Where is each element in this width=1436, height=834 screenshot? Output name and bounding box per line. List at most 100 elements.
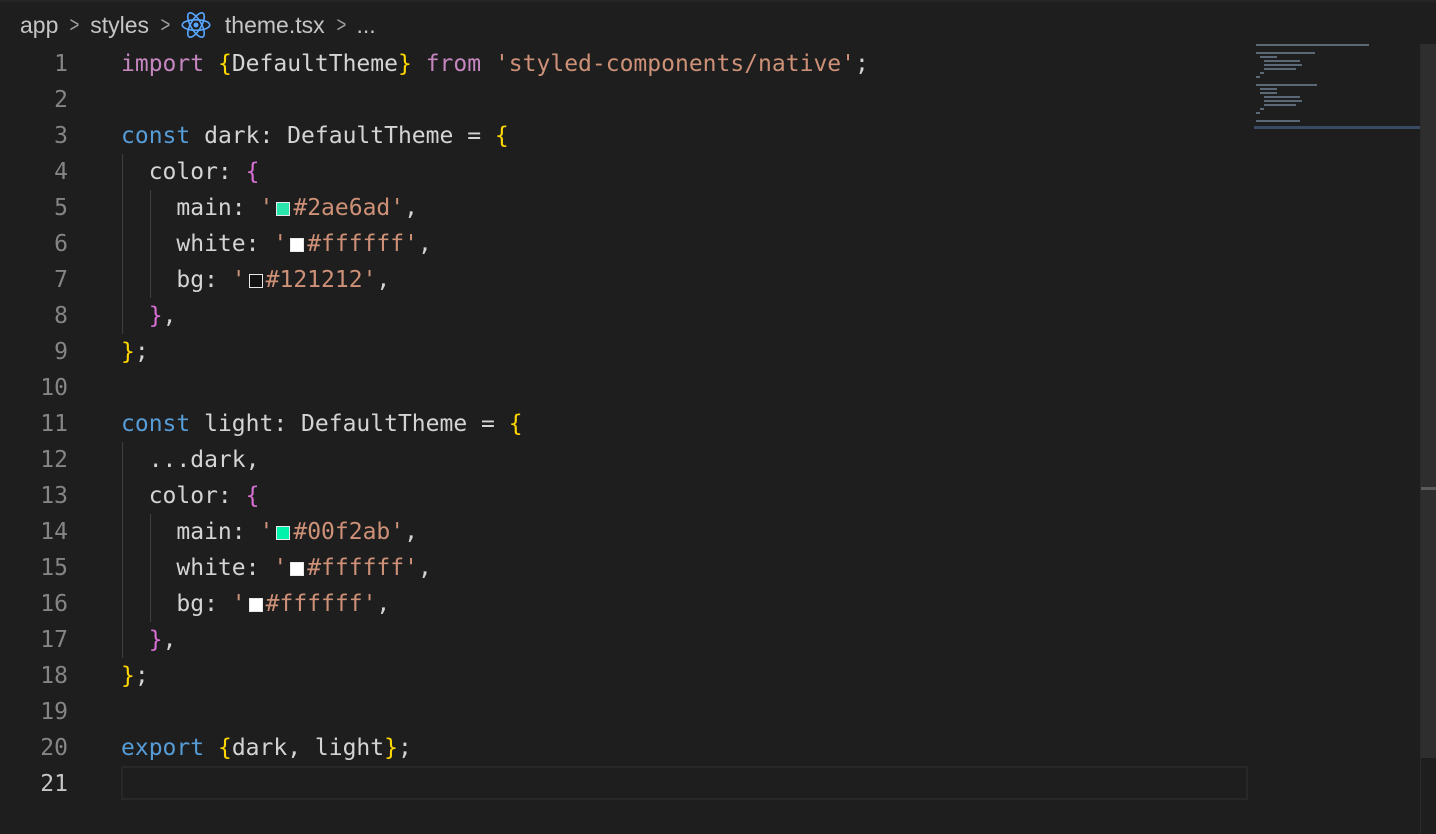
code-line[interactable]: 2	[0, 82, 1248, 118]
scrollbar-cursor-marker	[1421, 487, 1436, 490]
code-token: ;	[134, 663, 149, 689]
code-token: }	[397, 51, 412, 77]
minimap-line	[1260, 108, 1265, 110]
code-token: ;	[134, 339, 149, 365]
line-number: 7	[54, 267, 68, 293]
code-text: ...dark,	[121, 442, 260, 478]
code-line[interactable]: 17 },	[0, 622, 1248, 658]
breadcrumb-item-styles[interactable]: styles	[90, 12, 149, 39]
code-token: '	[231, 267, 246, 293]
code-line[interactable]: 5 main: ' #2ae6ad',	[0, 190, 1248, 226]
code-token: ;	[854, 51, 869, 77]
scrollbar-thumb[interactable]	[1421, 44, 1436, 758]
code-text: };	[121, 658, 149, 694]
breadcrumb-item-symbol[interactable]: ...	[356, 12, 375, 39]
code-line[interactable]: 12 ...dark,	[0, 442, 1248, 478]
code-token: '	[259, 195, 274, 221]
minimap-line	[1260, 72, 1265, 74]
code-token: {	[245, 159, 260, 185]
code-line[interactable]: 6 white: ' #ffffff',	[0, 226, 1248, 262]
line-number: 4	[54, 159, 68, 185]
code-token: {	[217, 51, 232, 77]
code-token: bg:	[121, 267, 232, 293]
code-line[interactable]: 3 const dark: DefaultTheme = {	[0, 118, 1248, 154]
code-line[interactable]: 13 color: {	[0, 478, 1248, 514]
color-swatch-icon[interactable]	[276, 526, 291, 540]
code-token: main:	[121, 519, 260, 545]
code-line[interactable]: 10	[0, 370, 1248, 406]
code-token: '	[273, 555, 288, 581]
code-token: {	[217, 735, 232, 761]
code-text: },	[121, 622, 177, 658]
color-swatch-icon[interactable]	[248, 598, 263, 612]
code-editor[interactable]: 1 import {DefaultTheme} from 'styled-comp…	[0, 46, 1248, 826]
code-line[interactable]: 19	[0, 694, 1248, 730]
code-line[interactable]: 7 bg: ' #121212',	[0, 262, 1248, 298]
code-token: 'styled-components/native'	[494, 51, 855, 77]
code-token: color:	[121, 483, 246, 509]
line-number: 13	[40, 483, 68, 509]
code-line[interactable]: 18};	[0, 658, 1248, 694]
current-line-highlight	[121, 766, 1248, 800]
code-token: }	[121, 663, 135, 689]
code-token: #ffffff'	[307, 555, 418, 581]
code-line[interactable]: 15 white: ' #ffffff',	[0, 550, 1248, 586]
code-token: }	[121, 339, 135, 365]
breadcrumb-label: app	[20, 11, 59, 38]
minimap-line	[1264, 96, 1300, 98]
code-token: import	[121, 51, 205, 77]
code-token: ,	[376, 591, 391, 617]
line-number: 18	[40, 663, 68, 689]
code-token: ,	[376, 267, 391, 293]
code-line[interactable]: 4 color: {	[0, 154, 1248, 190]
react-icon	[181, 11, 211, 39]
code-token: {	[508, 411, 523, 437]
color-swatch-icon[interactable]	[290, 562, 305, 576]
minimap[interactable]	[1254, 44, 1420, 134]
line-number: 1	[54, 51, 68, 77]
color-swatch-icon[interactable]	[290, 238, 305, 252]
code-text: color: {	[121, 478, 260, 514]
minimap-line	[1260, 56, 1277, 58]
code-token: const	[121, 411, 191, 437]
code-line[interactable]: 9};	[0, 334, 1248, 370]
minimap-line	[1256, 52, 1315, 54]
code-token: bg:	[121, 591, 232, 617]
code-token: }	[384, 735, 398, 761]
line-number: 15	[40, 555, 68, 581]
code-line[interactable]: 14 main: ' #00f2ab',	[0, 514, 1248, 550]
code-token: ,	[162, 303, 177, 329]
code-text: bg: ' #ffffff',	[121, 586, 390, 622]
code-line[interactable]: 8 },	[0, 298, 1248, 334]
code-line[interactable]: 16 bg: ' #ffffff',	[0, 586, 1248, 622]
line-number: 20	[40, 735, 68, 761]
code-line[interactable]: 1 import {DefaultTheme} from 'styled-comp…	[0, 46, 1248, 82]
minimap-slider[interactable]	[1254, 126, 1420, 129]
minimap-line	[1256, 84, 1317, 86]
code-token: white:	[121, 555, 274, 581]
chevron-right-icon: >	[336, 12, 346, 37]
code-text: white: ' #ffffff',	[121, 550, 431, 586]
code-line[interactable]: 20 export {dark, light};	[0, 730, 1248, 766]
code-token: ,	[404, 195, 418, 221]
code-text: },	[121, 298, 177, 334]
line-number: 11	[40, 411, 68, 437]
code-token: '	[273, 231, 288, 257]
minimap-line	[1256, 112, 1261, 114]
code-line[interactable]: 11 const light: DefaultTheme = {	[0, 406, 1248, 442]
code-text: import {DefaultTheme} from 'styled-compo…	[121, 46, 869, 82]
minimap-line	[1260, 88, 1277, 90]
color-swatch-icon[interactable]	[248, 274, 263, 288]
breadcrumb-item-app[interactable]: app	[20, 12, 58, 39]
breadcrumb-item-file[interactable]: theme.tsx	[181, 11, 325, 39]
minimap-line	[1260, 92, 1277, 94]
line-number: 12	[40, 447, 68, 473]
minimap-line	[1256, 76, 1261, 78]
code-token: #ffffff'	[265, 591, 377, 617]
code-text: white: ' #ffffff',	[121, 226, 431, 262]
color-swatch-icon[interactable]	[276, 202, 291, 216]
